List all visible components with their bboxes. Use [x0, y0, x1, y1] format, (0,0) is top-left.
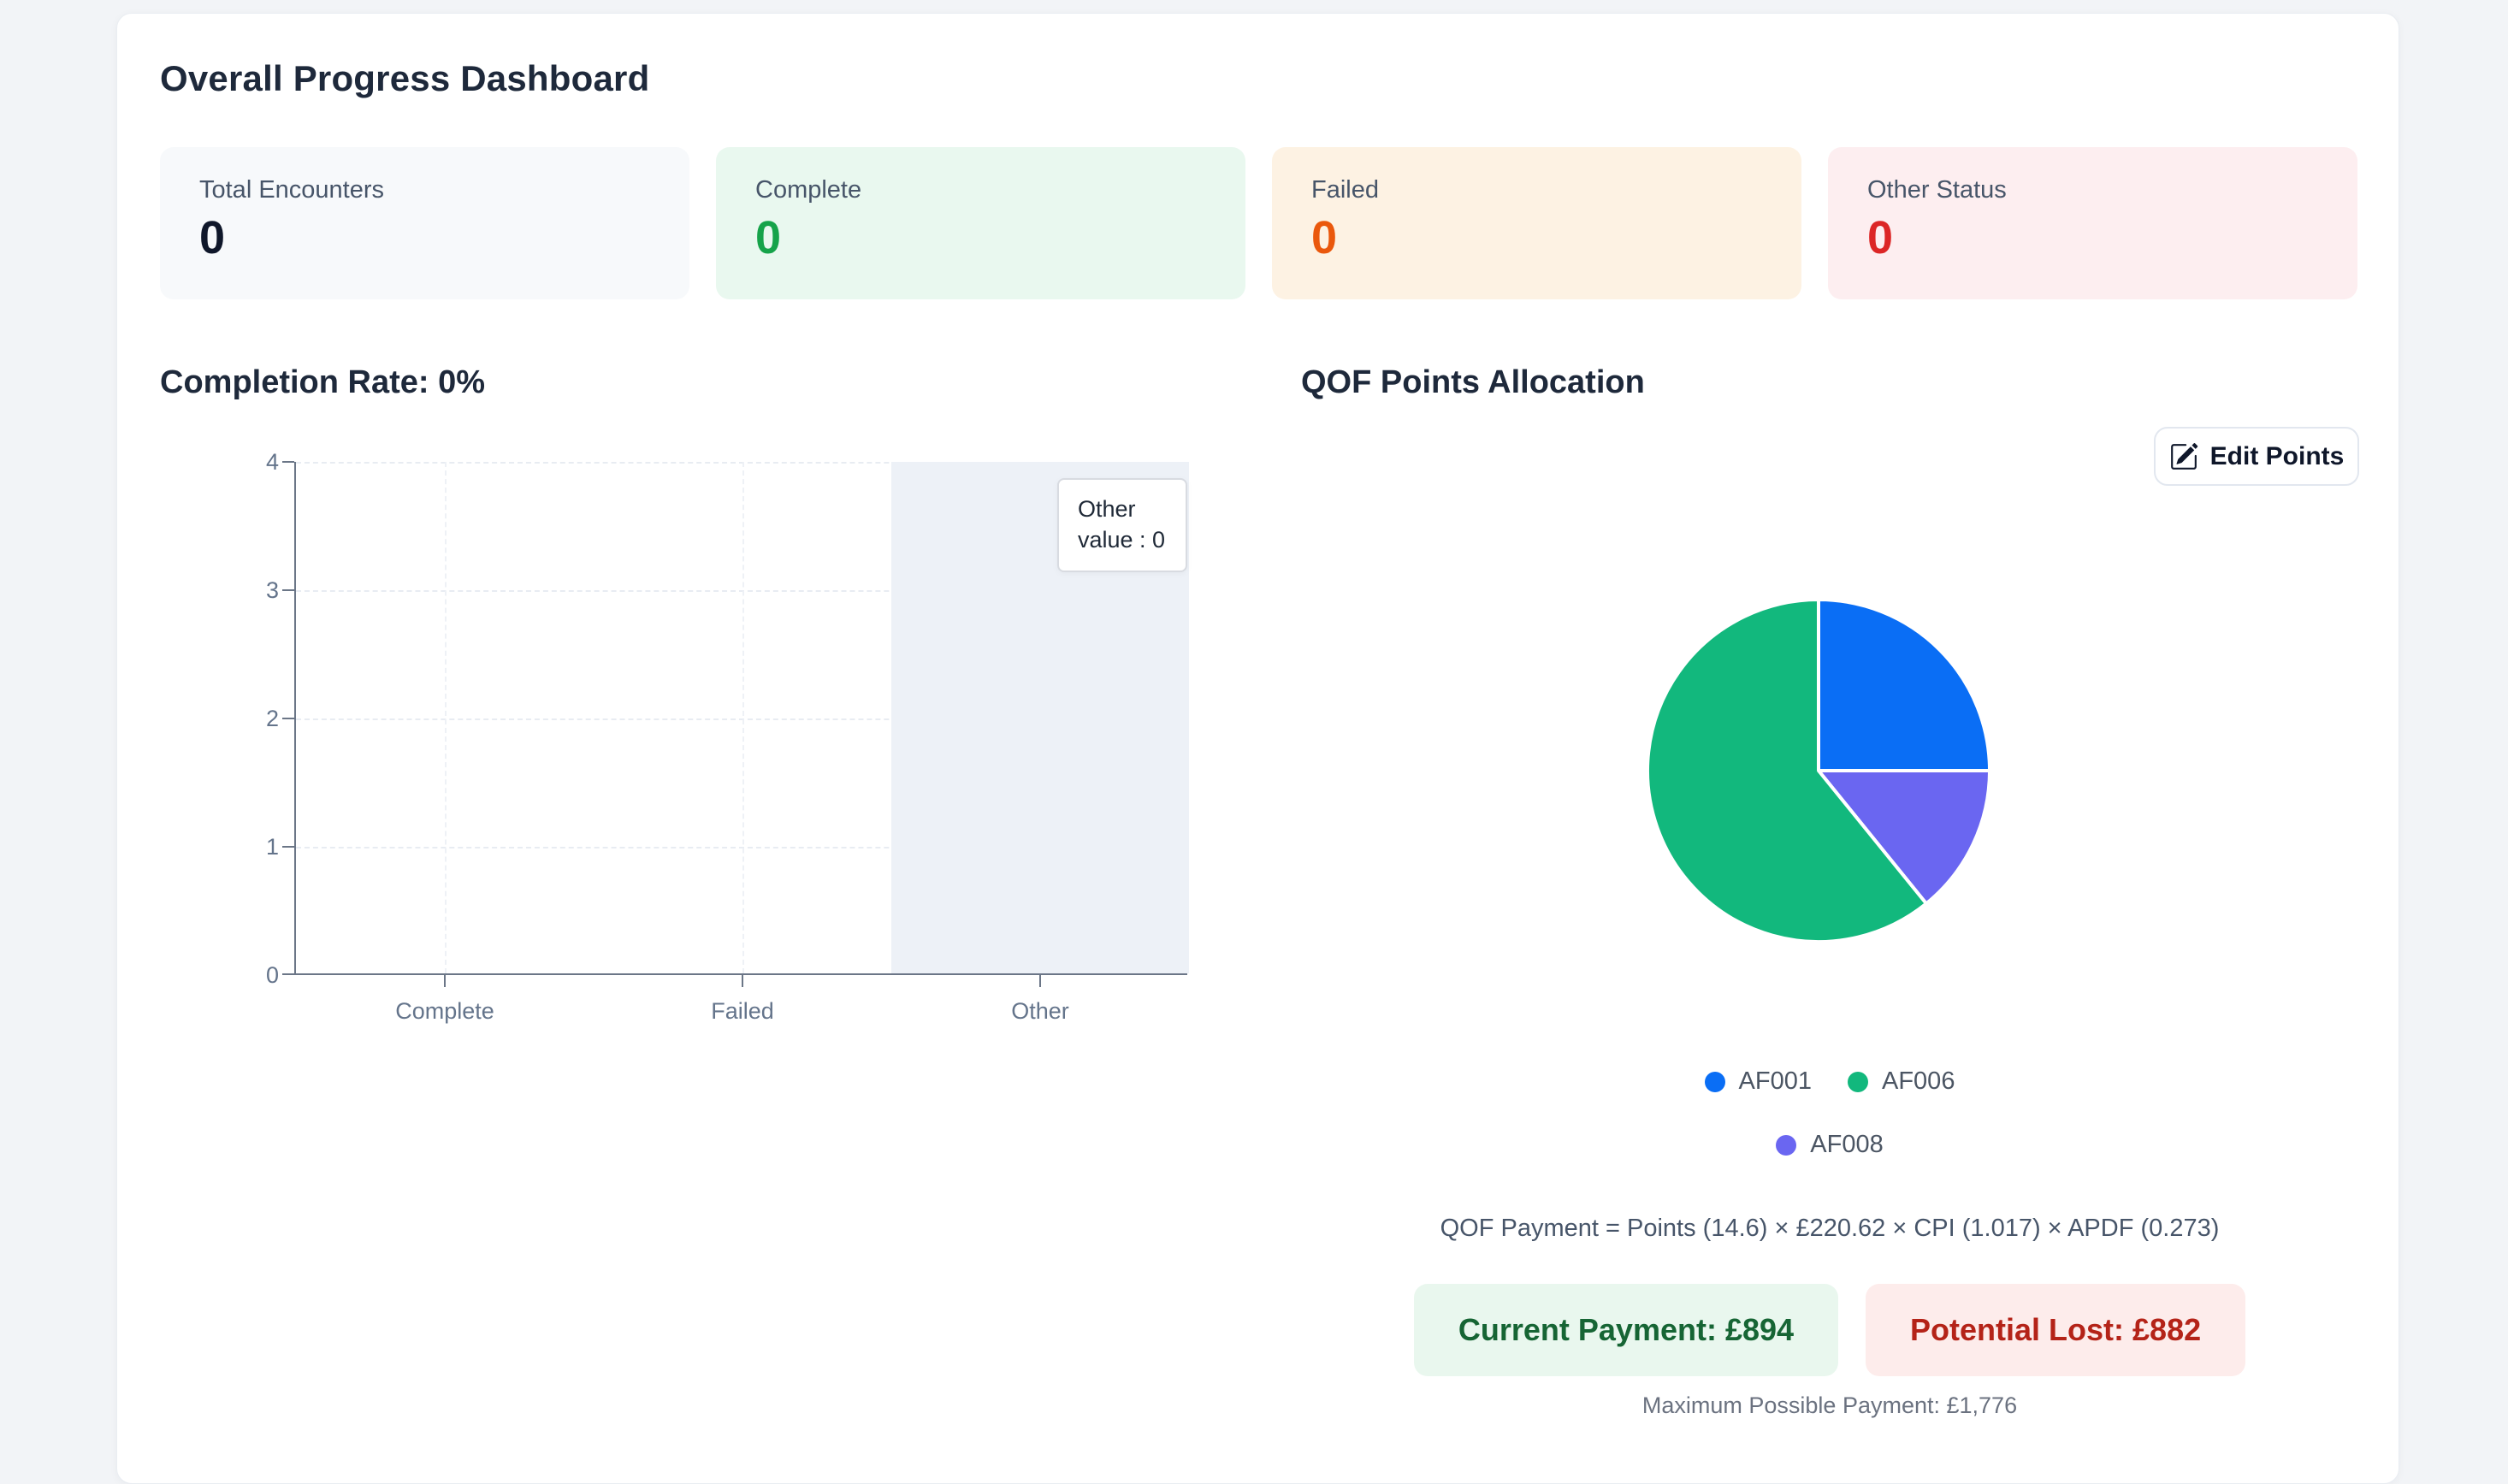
legend-item-af008[interactable]: AF008	[1776, 1131, 1884, 1159]
x-tick-mark	[444, 975, 446, 987]
stat-card-total-encounters: Total Encounters 0	[160, 147, 689, 299]
stat-card-other-status: Other Status 0	[1828, 147, 2357, 299]
y-tick-label: 0	[265, 962, 279, 988]
legend-dot-purple	[1776, 1134, 1797, 1156]
edit-icon	[2170, 442, 2197, 470]
edit-points-label: Edit Points	[2209, 441, 2345, 470]
pie-legend-row-2: AF008	[1301, 1131, 2358, 1159]
completion-bar-chart[interactable]: 4 3 2 1 0 Complete Failed Other Other va…	[266, 449, 1189, 1024]
x-tick-mark	[1039, 975, 1041, 987]
y-tick-mark	[282, 973, 294, 975]
potential-lost-card: Potential Lost: £882	[1866, 1284, 2246, 1376]
qof-points-heading: QOF Points Allocation	[1301, 364, 1645, 400]
x-tick-label-complete: Complete	[395, 998, 494, 1024]
y-tick-mark	[282, 718, 294, 719]
stat-value: 0	[1867, 212, 1894, 263]
x-tick-mark	[742, 975, 743, 987]
stat-label: Total Encounters	[199, 176, 385, 204]
stat-label: Complete	[755, 176, 862, 204]
stat-value: 0	[755, 212, 782, 263]
legend-label: AF006	[1882, 1067, 1955, 1095]
y-tick-mark	[282, 846, 294, 848]
y-tick-label: 1	[265, 834, 279, 860]
qof-payment-formula: QOF Payment = Points (14.6) × £220.62 × …	[1440, 1215, 2220, 1242]
x-tick-label-other: Other	[1011, 998, 1069, 1024]
page-title: Overall Progress Dashboard	[160, 58, 650, 98]
pie-slice-af001[interactable]	[1817, 598, 1991, 772]
y-tick-mark	[282, 589, 294, 591]
x-tick-label-failed: Failed	[711, 998, 774, 1024]
pie-legend-row-1: AF001 AF006	[1301, 1067, 2358, 1096]
stat-value: 0	[1311, 212, 1338, 263]
qof-pie-chart	[1643, 595, 1994, 946]
edit-points-button[interactable]: Edit Points	[2154, 427, 2359, 486]
stat-label: Failed	[1311, 176, 1379, 204]
stats-row: Total Encounters 0 Complete 0 Failed 0 O…	[160, 147, 2357, 299]
legend-label: AF008	[1810, 1131, 1884, 1158]
stat-value: 0	[199, 212, 226, 263]
legend-dot-green	[1848, 1071, 1868, 1092]
y-tick-mark	[282, 461, 294, 463]
gridline-vertical	[742, 462, 744, 973]
payments-row: Current Payment: £894 Potential Lost: £8…	[1301, 1284, 2358, 1376]
legend-dot-blue	[1704, 1071, 1725, 1092]
stat-card-failed: Failed 0	[1272, 147, 1801, 299]
current-payment-card: Current Payment: £894	[1413, 1284, 1839, 1376]
max-payment-note: Maximum Possible Payment: £1,776	[1641, 1392, 2018, 1418]
legend-item-af006[interactable]: AF006	[1848, 1067, 1955, 1096]
y-tick-label: 3	[265, 577, 279, 603]
gridline-vertical	[445, 462, 447, 973]
legend-item-af001[interactable]: AF001	[1704, 1067, 1812, 1096]
dashboard-card: Overall Progress Dashboard Total Encount…	[116, 13, 2399, 1484]
completion-rate-heading: Completion Rate: 0%	[160, 364, 486, 400]
stat-label: Other Status	[1867, 176, 2007, 204]
y-tick-label: 2	[265, 706, 279, 731]
tooltip-value: value : 0	[1078, 527, 1166, 553]
stat-card-complete: Complete 0	[716, 147, 1245, 299]
y-tick-label: 4	[265, 449, 279, 475]
legend-label: AF001	[1738, 1067, 1812, 1095]
tooltip-category: Other	[1078, 496, 1136, 522]
chart-tooltip: Other value : 0	[1057, 478, 1188, 572]
